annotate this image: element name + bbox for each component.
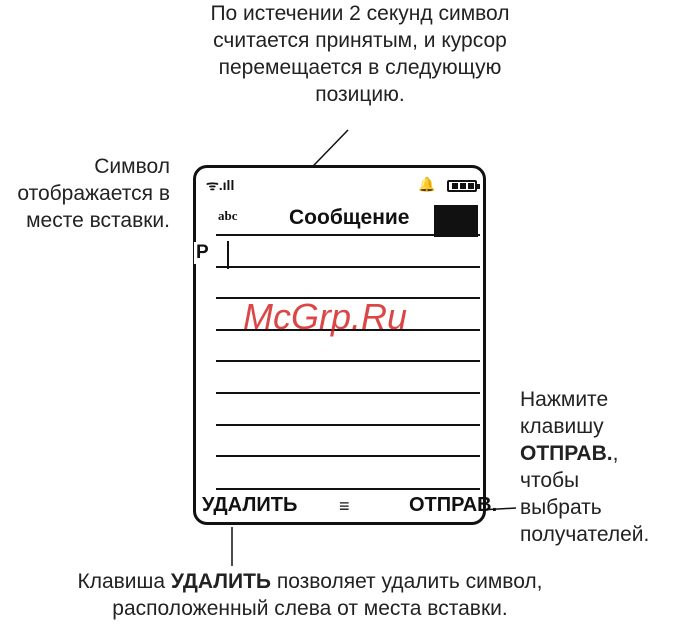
text-line	[216, 455, 480, 457]
text-line	[216, 360, 480, 362]
screen-title: Сообщение	[289, 206, 410, 229]
title-divider	[216, 234, 480, 236]
text-line	[216, 424, 480, 426]
send-softkey[interactable]: ОТПРАВ.	[409, 494, 497, 517]
delete-softkey[interactable]: УДАЛИТЬ	[202, 494, 297, 517]
watermark: McGrp.Ru	[243, 296, 408, 337]
text-mode-indicator: abc	[218, 208, 238, 223]
title-indicator-block	[434, 205, 478, 237]
signal-strength-icon: ᯤ.ıll	[206, 177, 235, 193]
text-line	[216, 266, 480, 268]
text-cursor	[227, 241, 229, 269]
phone-screen: ᯤ.ıll 🔔 abc Сообщение P УДАЛИТЬ ≡ ОТПРАВ…	[193, 165, 497, 525]
text-line	[216, 392, 480, 394]
entered-character: P	[194, 242, 211, 264]
ring-alert-icon: 🔔	[418, 176, 436, 192]
battery-icon	[447, 180, 480, 192]
softkey-divider	[216, 488, 480, 490]
menu-icon[interactable]: ≡	[339, 496, 350, 517]
